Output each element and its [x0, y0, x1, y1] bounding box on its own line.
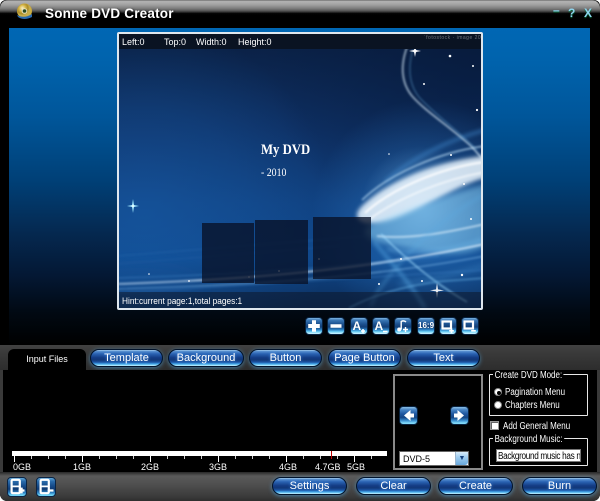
svg-text:A: A — [353, 319, 362, 333]
svg-text:A: A — [375, 319, 384, 333]
